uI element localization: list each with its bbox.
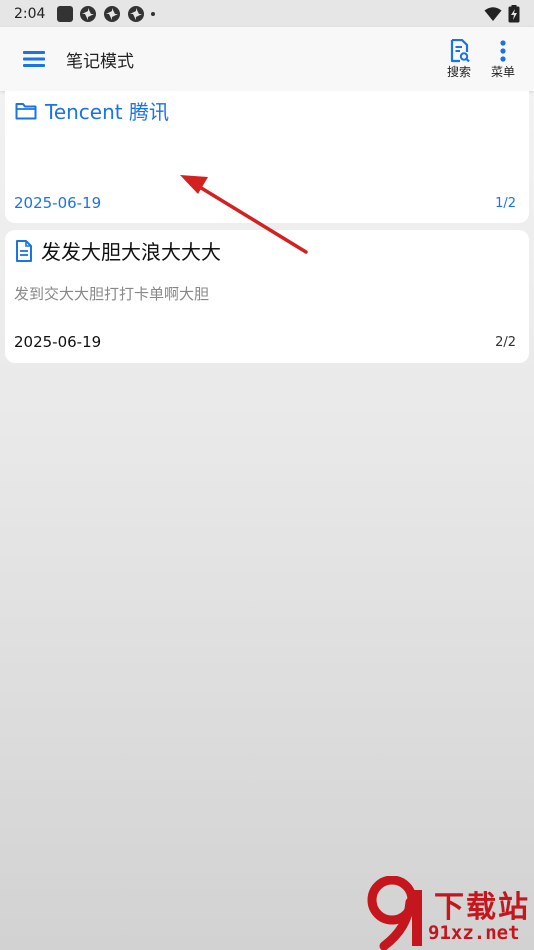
watermark-url-text: 91xz.net [428,922,520,944]
pinwheel-icon [128,5,145,22]
more-vertical-icon [500,40,506,62]
watermark-main-text: 下载站 [434,890,530,925]
hamburger-menu-button[interactable] [14,39,54,79]
app-bar: 笔记模式 搜索 菜单 [0,27,534,91]
hamburger-icon [23,51,45,67]
status-system-icons [484,4,520,23]
watermark-logo-icon [367,876,422,950]
note-date: 2025-06-19 [14,333,102,351]
folder-icon [15,102,37,119]
note-page-index: 1/2 [495,196,516,211]
search-button[interactable]: 搜索 [441,39,477,80]
more-menu-button[interactable]: 菜单 [485,39,521,80]
note-card-document[interactable]: 发发大胆大浪大大大 发到交大大胆打打卡单啊大胆 2025-06-19 2/2 [5,230,529,363]
document-icon [16,239,32,262]
wifi-icon [484,6,502,21]
more-menu-label: 菜单 [490,65,515,79]
dot-icon [151,11,156,16]
note-title-text: 发发大胆大浪大大大 [41,240,221,264]
document-search-icon [450,39,470,63]
search-button-label: 搜索 [446,65,471,79]
page-title: 笔记模式 [66,51,134,72]
note-title-text: Tencent 腾讯 [45,100,169,124]
note-card-title: 发发大胆大浪大大大 [15,236,221,265]
note-page-index: 2/2 [495,335,516,350]
note-preview: 发到交大大胆打打卡单啊大胆 [14,285,210,303]
status-bar: 2:04 [0,0,534,27]
pinwheel-icon [80,5,97,22]
note-card-folder[interactable]: Tencent 腾讯 2025-06-19 1/2 [5,91,529,223]
notification-square-icon [57,5,74,22]
note-card-title: Tencent 腾讯 [15,96,169,125]
status-notification-icons [57,5,156,23]
battery-charging-icon [508,4,520,22]
status-time: 2:04 [14,5,46,22]
watermark: 下载站 91xz.net [364,876,534,950]
pinwheel-icon [104,5,121,22]
note-date: 2025-06-19 [14,194,102,212]
